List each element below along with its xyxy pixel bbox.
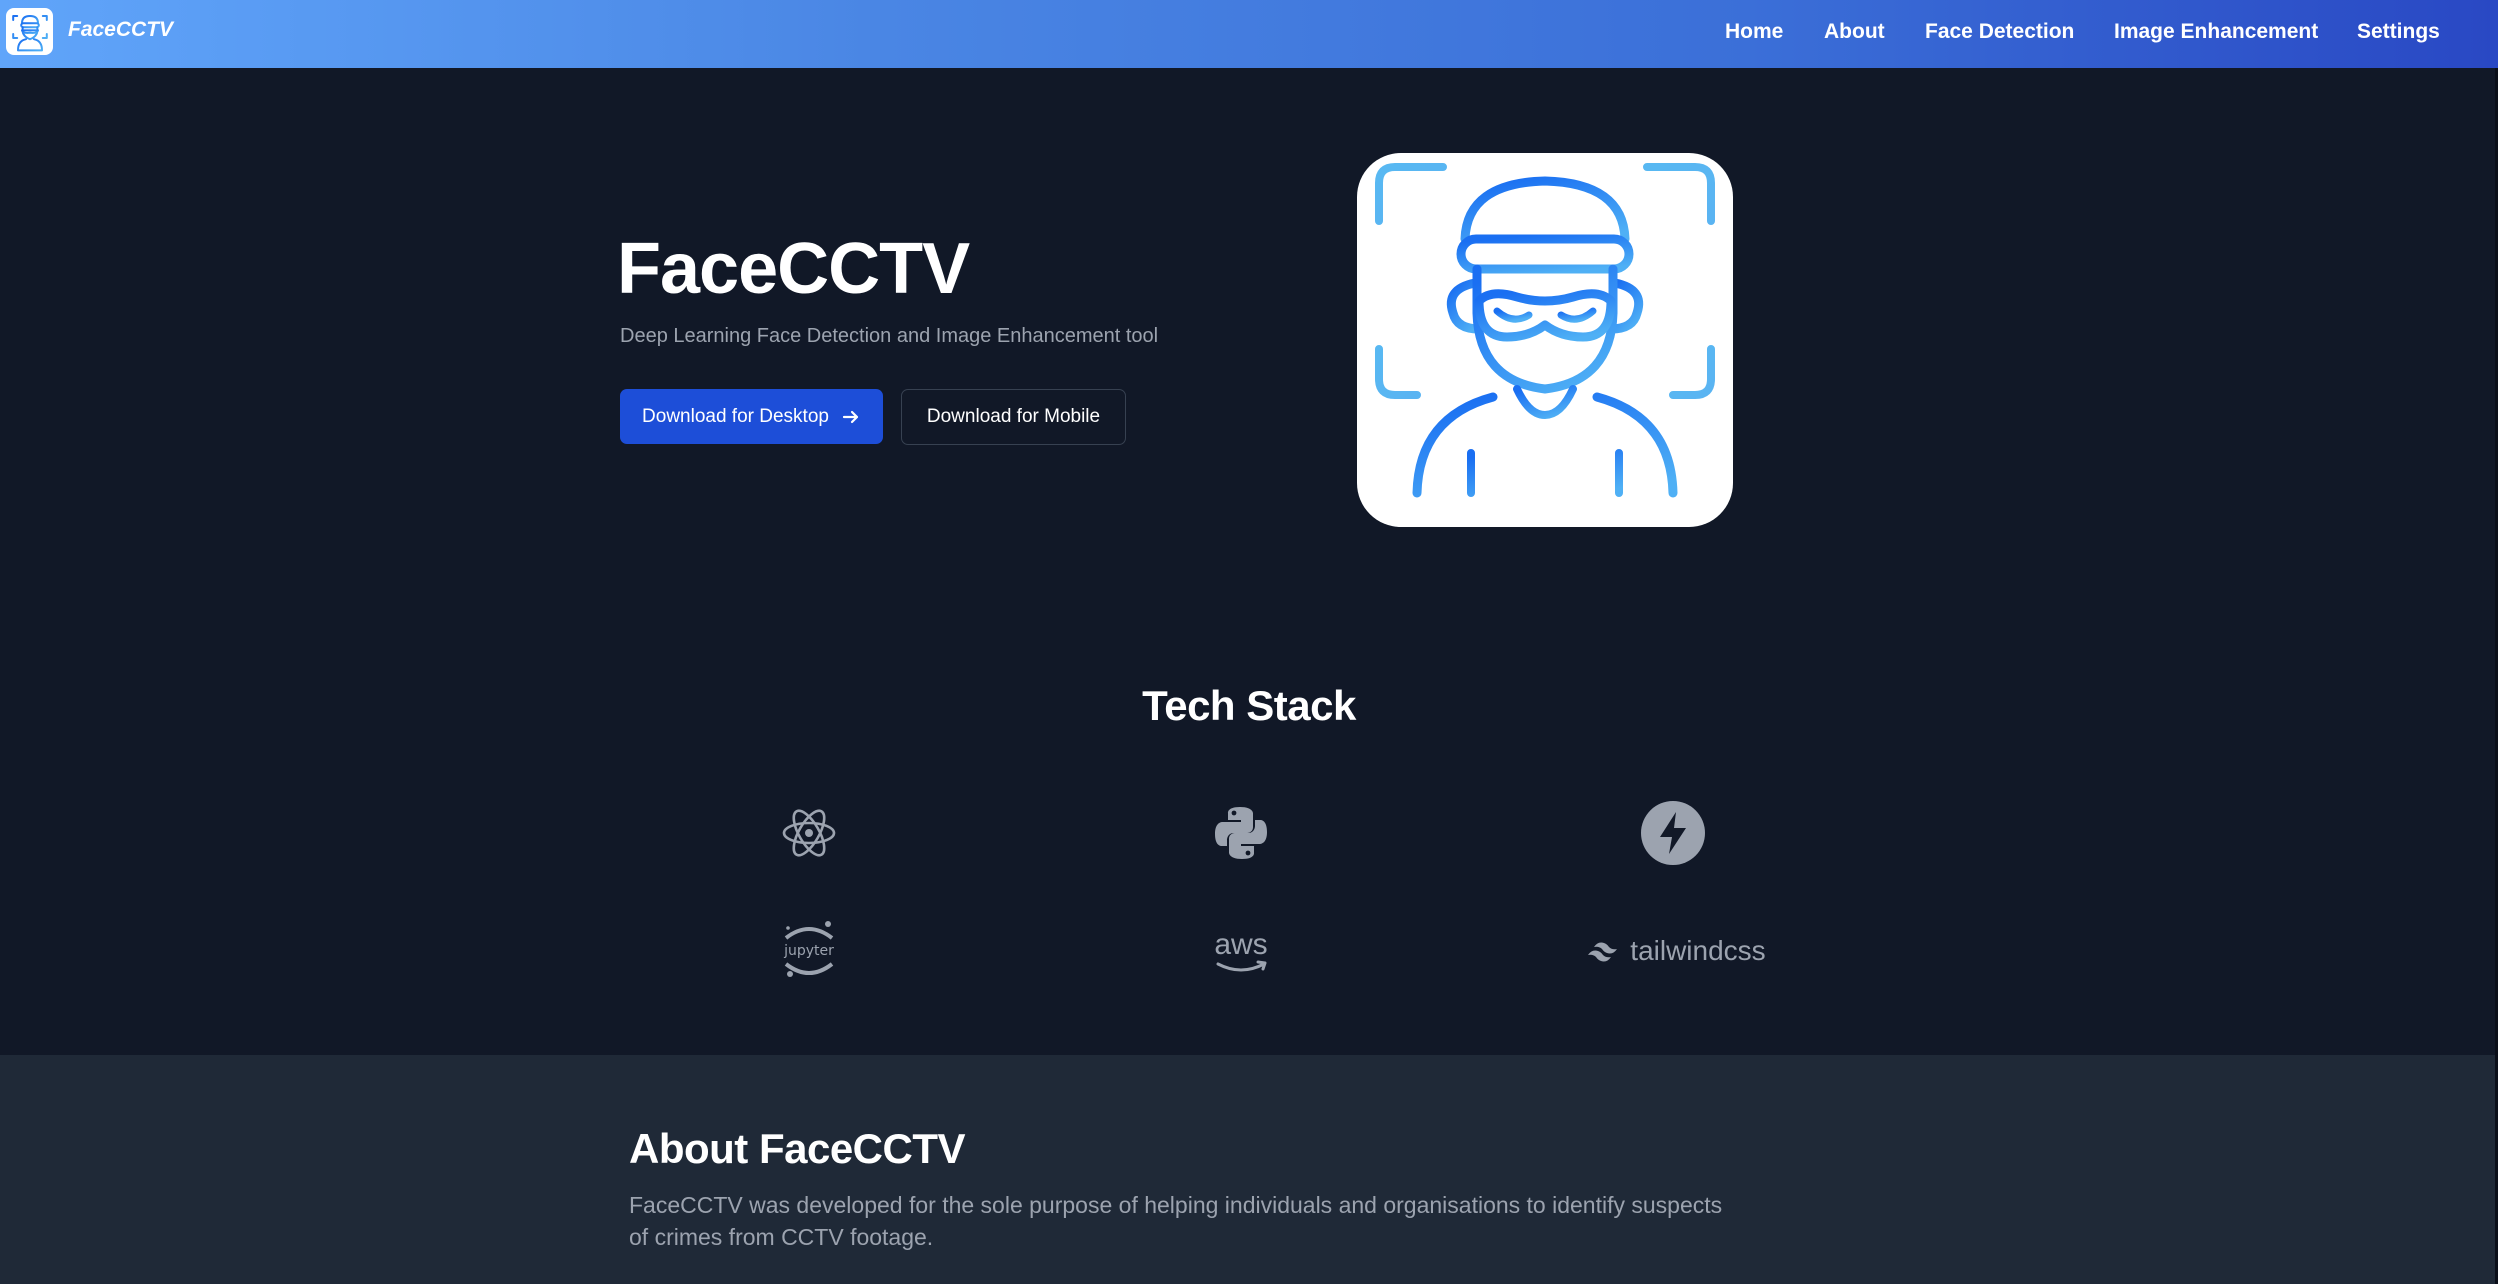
electron-logo-icon [782, 809, 836, 857]
electron-logo [776, 800, 842, 866]
fastapi-logo [1640, 800, 1706, 866]
aws-logo-text: aws [1214, 928, 1267, 961]
about-title: About FaceCCTV [629, 1125, 966, 1172]
aws-logo-icon: aws [1214, 928, 1268, 972]
tailwindcss-logo-icon [1588, 942, 1618, 962]
nav-about[interactable]: About [1824, 20, 1885, 44]
download-desktop-button[interactable]: Download for Desktop [620, 389, 883, 444]
top-navbar: FaceCCTV Home About Face Detection Image… [0, 0, 2498, 68]
fastapi-logo-icon [1641, 801, 1705, 865]
masked-robber-icon [1375, 163, 1715, 498]
jupyter-logo: jupyter [776, 918, 842, 984]
python-logo-icon [1215, 807, 1267, 859]
tailwindcss-logo: tailwindcss [1580, 928, 1770, 974]
tech-stack-title: Tech Stack [1142, 682, 1356, 729]
robber-logo-icon [11, 14, 48, 51]
nav-face-detection[interactable]: Face Detection [1925, 20, 2074, 44]
app-logo[interactable] [6, 8, 53, 55]
arrow-right-icon [842, 410, 859, 423]
hero-subtitle: Deep Learning Face Detection and Image E… [620, 325, 1159, 347]
hero-title: FaceCCTV [617, 229, 970, 309]
page: FaceCCTV Home About Face Detection Image… [0, 0, 2498, 1284]
aws-logo: aws [1205, 922, 1277, 980]
nav-image-enhancement[interactable]: Image Enhancement [2114, 20, 2318, 44]
download-desktop-label: Download for Desktop [642, 405, 829, 427]
python-logo [1208, 798, 1274, 868]
brand-name[interactable]: FaceCCTV [68, 18, 173, 42]
tailwindcss-logo-text: tailwindcss [1630, 935, 1766, 966]
download-mobile-label: Download for Mobile [926, 406, 1101, 427]
download-mobile-button[interactable]: Download for Mobile [901, 389, 1126, 445]
about-section: About FaceCCTV FaceCCTV was developed fo… [0, 1055, 2498, 1284]
about-text: FaceCCTV was developed for the sole purp… [629, 1192, 1723, 1250]
nav-home[interactable]: Home [1725, 20, 1783, 44]
jupyter-logo-text: jupyter [783, 943, 834, 959]
jupyter-logo-icon: jupyter [783, 921, 834, 977]
hero-illustration [1357, 153, 1733, 527]
nav-settings[interactable]: Settings [2357, 20, 2440, 44]
